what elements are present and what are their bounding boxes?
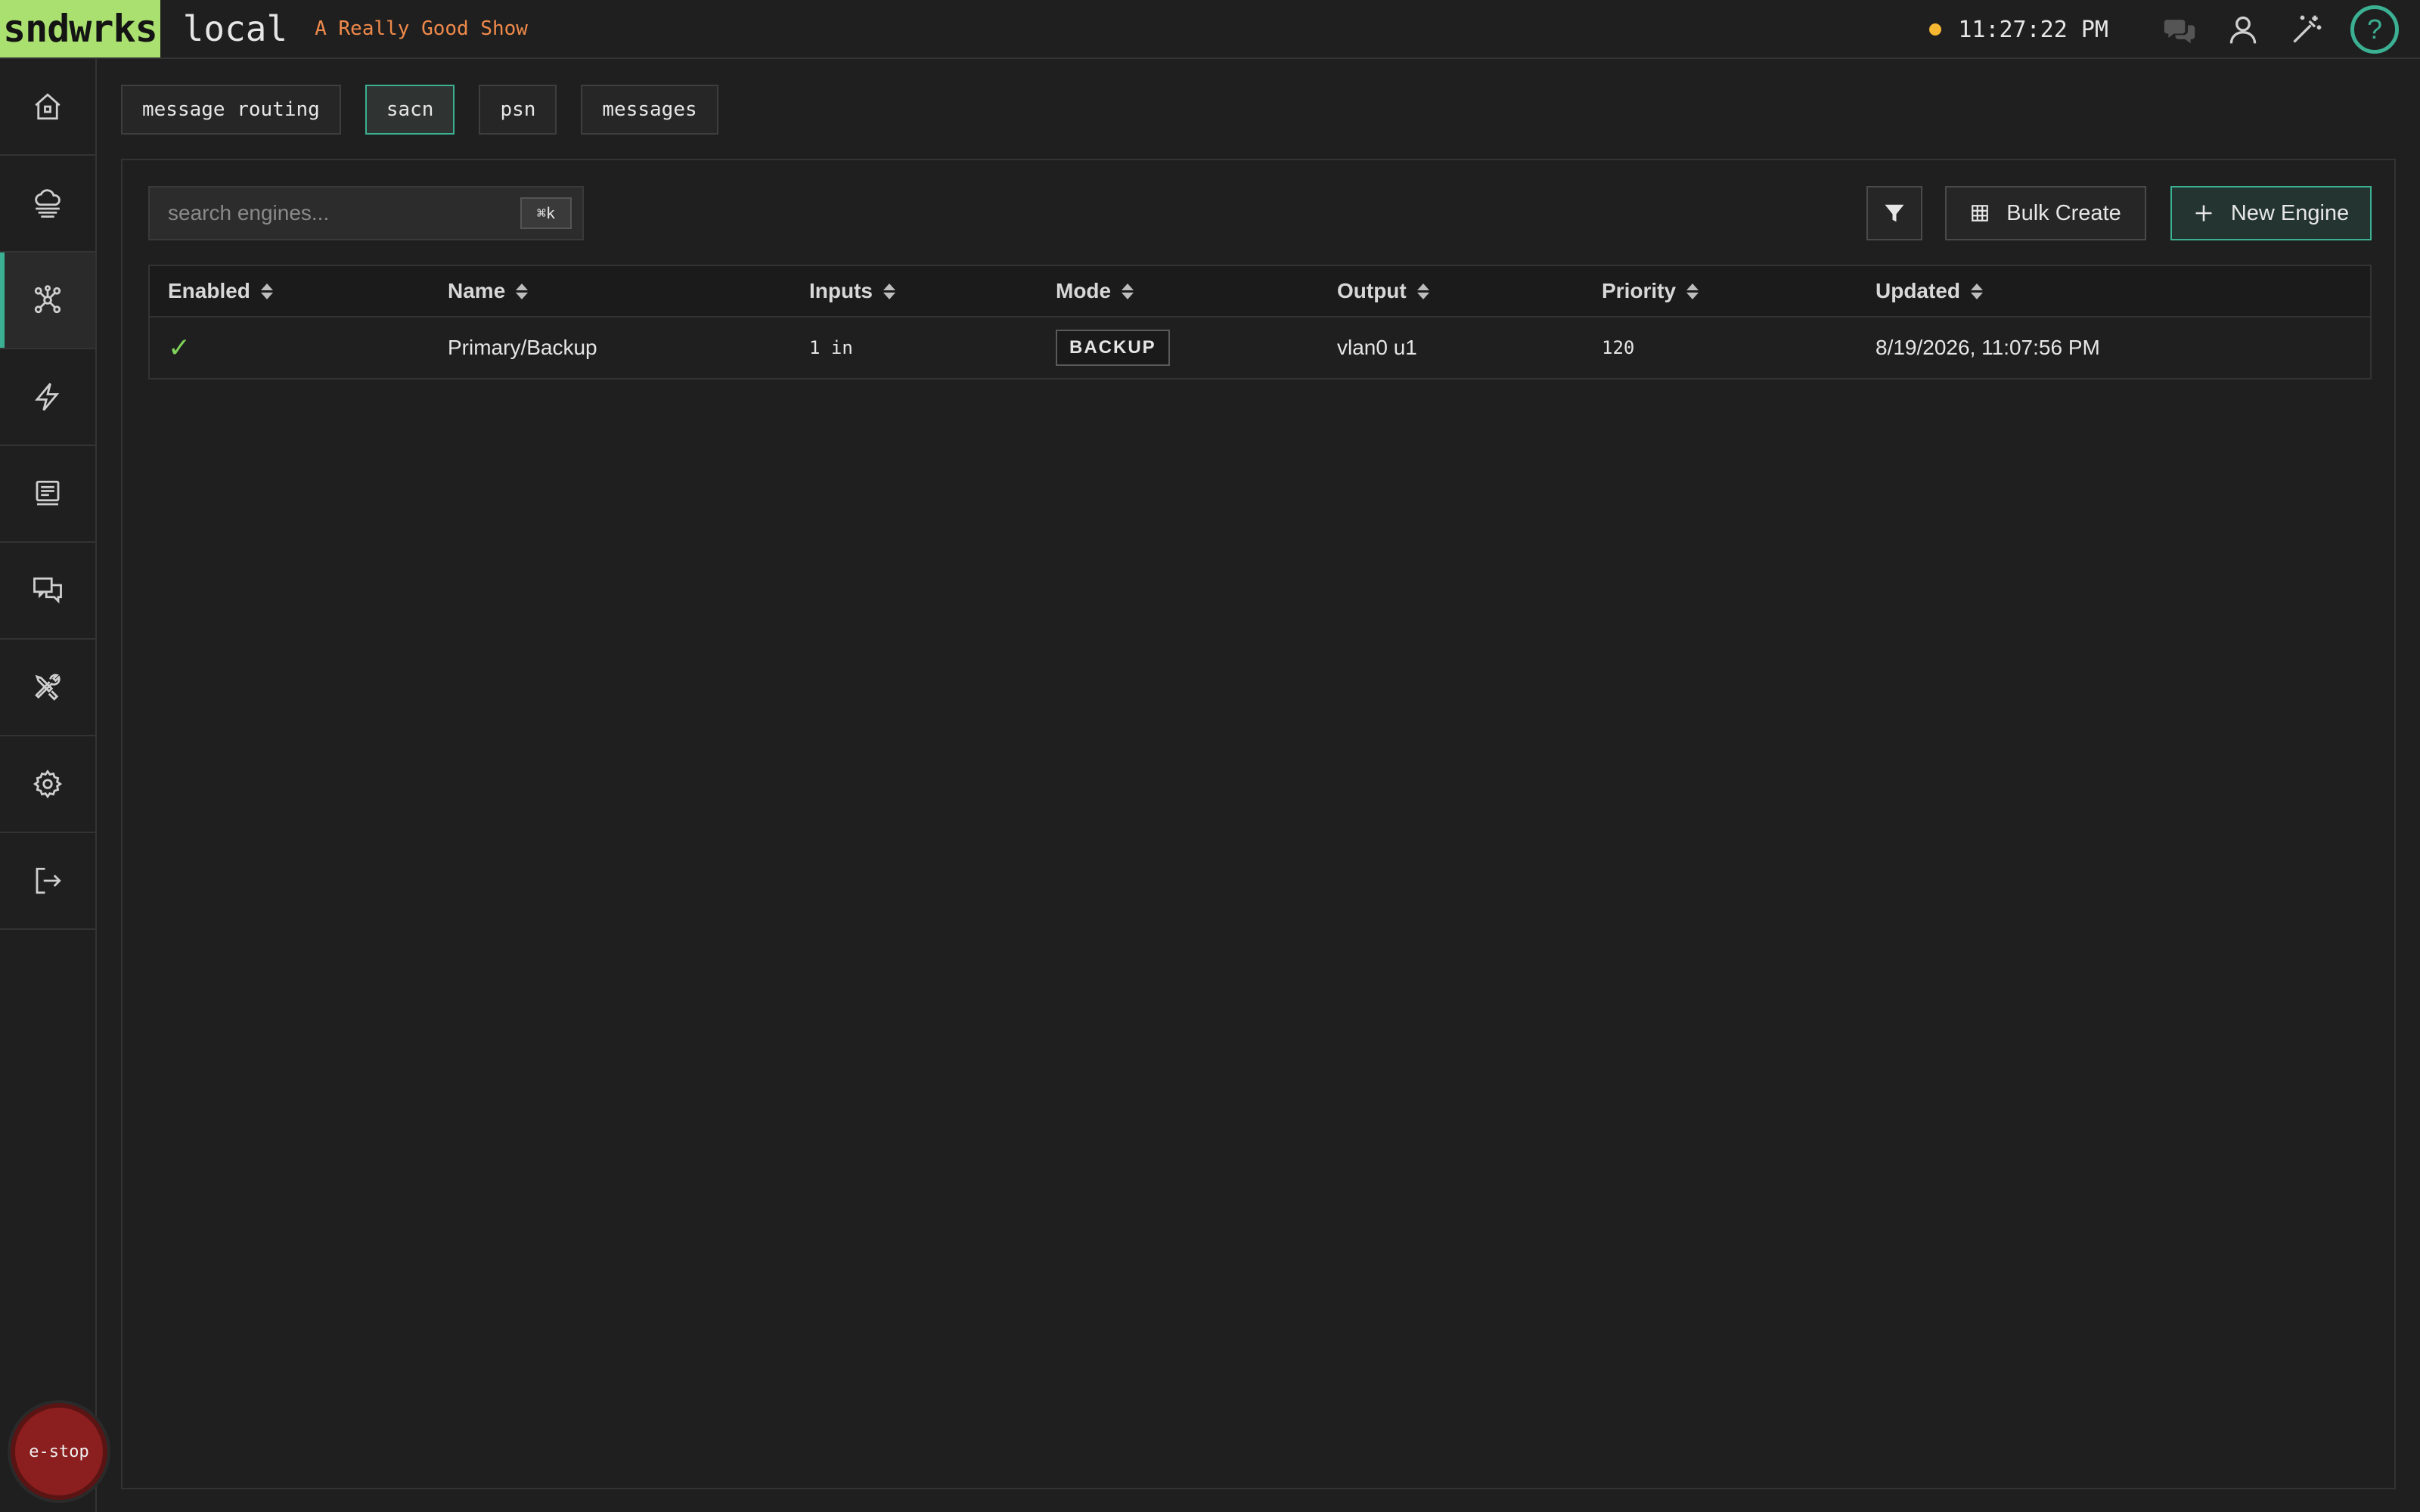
- gear-icon: [33, 769, 63, 799]
- network-nodes-icon: [34, 285, 61, 314]
- tools-icon: [35, 674, 60, 701]
- sidebar: e-stop: [0, 59, 107, 1512]
- sort-icon: [1686, 283, 1699, 299]
- user-icon[interactable]: [2223, 10, 2263, 49]
- output-cell: vlan0 u1: [1337, 336, 1417, 359]
- column-label: Updated: [1876, 279, 1960, 302]
- bulk-create-label: Bulk Create: [2006, 200, 2121, 225]
- sort-icon: [1122, 283, 1134, 299]
- search-box: ⌘k: [148, 186, 584, 240]
- clock: 11:27:22 PM: [1958, 16, 2108, 43]
- tab-bar: message routing sacn psn messages: [121, 85, 718, 135]
- sidebar-item-cloud[interactable]: [0, 156, 95, 253]
- column-label: Priority: [1602, 279, 1677, 302]
- engines-panel: ⌘k Bulk Create New Engine Enabled Name: [121, 159, 2396, 1489]
- sidebar-item-presentation[interactable]: [0, 446, 95, 543]
- show-name: A Really Good Show: [315, 17, 528, 40]
- new-engine-label: New Engine: [2230, 200, 2350, 225]
- plus-icon: [2195, 205, 2212, 222]
- table-row[interactable]: ✓ Primary/Backup 1 in BACKUP vlan0 u1 12…: [150, 318, 2370, 378]
- column-header-inputs[interactable]: Inputs: [809, 266, 895, 316]
- help-icon[interactable]: ?: [2350, 5, 2399, 54]
- status-dot: [1929, 23, 1942, 36]
- presentation-icon: [36, 480, 60, 506]
- sidebar-item-triggers[interactable]: [0, 349, 95, 446]
- column-header-output[interactable]: Output: [1337, 266, 1429, 316]
- sort-icon: [260, 283, 273, 299]
- column-header-priority[interactable]: Priority: [1602, 266, 1699, 316]
- table-header: Enabled Name Inputs Mode Output Priority: [150, 266, 2370, 318]
- home-icon: [35, 93, 60, 120]
- instance-name: local: [182, 8, 288, 49]
- new-engine-button[interactable]: New Engine: [2170, 186, 2372, 240]
- enabled-cell[interactable]: ✓: [168, 318, 191, 378]
- column-label: Inputs: [809, 279, 873, 302]
- estop-button[interactable]: e-stop: [11, 1403, 107, 1500]
- brand-logo[interactable]: sndwrks: [0, 0, 160, 57]
- top-bar-right: 11:27:22 PM ?: [1929, 0, 2399, 59]
- tab-messages[interactable]: messages: [581, 85, 718, 135]
- inputs-cell: 1 in: [809, 337, 853, 358]
- magic-wand-icon[interactable]: [2287, 10, 2326, 49]
- mode-cell: BACKUP: [1056, 318, 1170, 378]
- priority-cell: 120: [1602, 337, 1635, 358]
- lightning-icon: [35, 383, 60, 411]
- shortcut-hint: ⌘k: [520, 197, 572, 229]
- filter-button[interactable]: [1866, 186, 1922, 240]
- tab-message-routing[interactable]: message routing: [121, 85, 341, 135]
- column-header-mode[interactable]: Mode: [1056, 266, 1134, 316]
- check-icon: ✓: [168, 332, 191, 363]
- sort-icon: [883, 283, 895, 299]
- name-cell: Primary/Backup: [448, 336, 597, 359]
- tab-sacn[interactable]: sacn: [365, 85, 455, 135]
- bulk-create-button[interactable]: Bulk Create: [1945, 186, 2146, 240]
- chat-icon[interactable]: [2160, 10, 2199, 49]
- chat-screens-icon: [33, 577, 62, 604]
- sidebar-item-tools[interactable]: [0, 640, 95, 736]
- grid-icon: [1972, 205, 1989, 222]
- sidebar-item-messages[interactable]: [0, 543, 95, 640]
- logout-icon: [36, 867, 61, 894]
- column-label: Mode: [1056, 279, 1112, 302]
- sidebar-item-home[interactable]: [0, 59, 95, 156]
- column-label: Output: [1337, 279, 1407, 302]
- sidebar-item-settings[interactable]: [0, 736, 95, 833]
- filter-icon: [1885, 204, 1904, 222]
- sort-icon: [516, 283, 529, 299]
- column-label: Enabled: [168, 279, 250, 302]
- sidebar-item-engines[interactable]: [0, 253, 95, 349]
- sort-icon: [1971, 283, 1983, 299]
- updated-cell: 8/19/2026, 11:07:56 PM: [1876, 336, 2100, 359]
- top-bar: sndwrks local A Really Good Show 11:27:2…: [0, 0, 2420, 59]
- column-header-enabled[interactable]: Enabled: [168, 266, 273, 316]
- search-input[interactable]: [168, 201, 520, 225]
- cloud-stack-icon: [35, 189, 60, 218]
- sort-icon: [1416, 283, 1429, 299]
- mode-badge: BACKUP: [1056, 330, 1170, 366]
- column-header-name[interactable]: Name: [448, 266, 529, 316]
- engines-table: Enabled Name Inputs Mode Output Priority: [148, 265, 2372, 380]
- column-label: Name: [448, 279, 506, 302]
- tab-psn[interactable]: psn: [479, 85, 557, 135]
- column-header-updated[interactable]: Updated: [1876, 266, 1983, 316]
- sidebar-item-logout[interactable]: [0, 833, 95, 930]
